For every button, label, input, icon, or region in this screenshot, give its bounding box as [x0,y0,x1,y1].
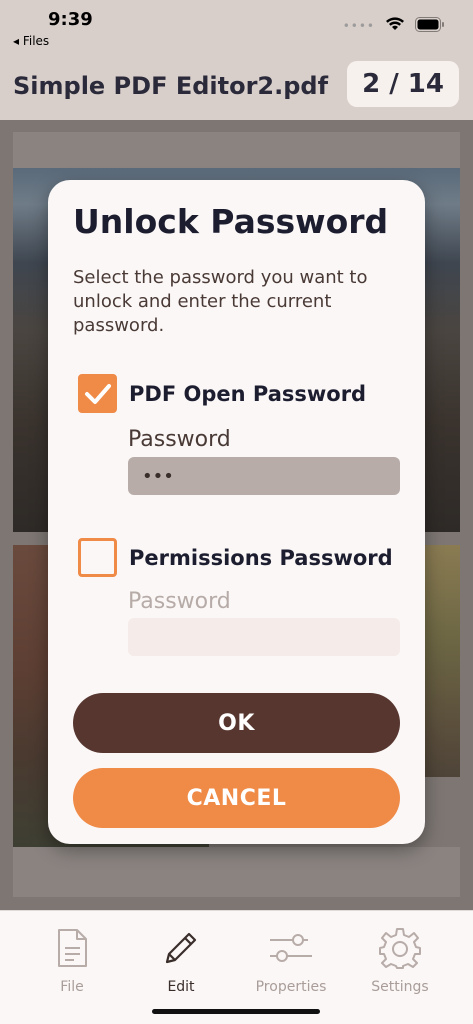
back-to-files-link[interactable]: ◂ Files [13,34,49,48]
tab-settings[interactable]: Settings [355,925,445,995]
gear-icon [377,925,423,971]
pdf-open-password-checkbox[interactable] [78,374,117,413]
status-bar: 9:39 ◂ Files •••• [0,0,473,54]
tab-settings-label: Settings [371,979,429,995]
battery-icon [415,16,445,36]
beach-chair-image [425,545,460,777]
permissions-password-option[interactable]: Permissions Password [78,538,393,577]
document-icon [49,925,95,971]
tab-bar: File Edit Properties Settings [0,910,473,1024]
checkmark-icon [84,383,111,404]
tab-properties[interactable]: Properties [246,925,336,995]
pdf-open-password-input[interactable] [128,457,400,495]
dialog-title: Unlock Password [73,202,389,241]
document-title: Simple PDF Editor2.pdf [13,72,329,100]
pdf-open-password-label: PDF Open Password [129,381,367,406]
unlock-password-dialog: Unlock Password Select the password you … [48,180,425,844]
nav-header: Simple PDF Editor2.pdf 2 / 14 [0,54,473,120]
dialog-description: Select the password you want to unlock a… [73,267,368,336]
pdf-open-password-option[interactable]: PDF Open Password [78,374,366,413]
page-counter[interactable]: 2 / 14 [347,61,459,107]
pencil-icon [158,925,204,971]
status-time: 9:39 [48,9,93,30]
tab-edit-label: Edit [167,979,195,995]
tab-properties-label: Properties [255,979,327,995]
permissions-password-checkbox[interactable] [78,538,117,577]
permissions-password-input[interactable] [128,618,400,656]
page-top-margin [13,132,460,168]
signal-dots: •••• [342,19,375,33]
wifi-icon [385,16,405,36]
ok-button[interactable]: OK [73,693,400,753]
page-bottom-margin [13,847,460,897]
cancel-button[interactable]: CANCEL [73,768,400,828]
home-indicator[interactable] [152,1009,320,1014]
permissions-password-label: Permissions Password [129,545,393,570]
status-indicators: •••• [343,16,445,36]
sliders-icon [268,925,314,971]
pdf-open-password-field-label: Password [128,427,231,452]
tab-edit[interactable]: Edit [136,925,226,995]
tab-file-label: File [60,979,84,995]
permissions-password-field-label: Password [128,589,231,614]
tab-file[interactable]: File [27,925,117,995]
